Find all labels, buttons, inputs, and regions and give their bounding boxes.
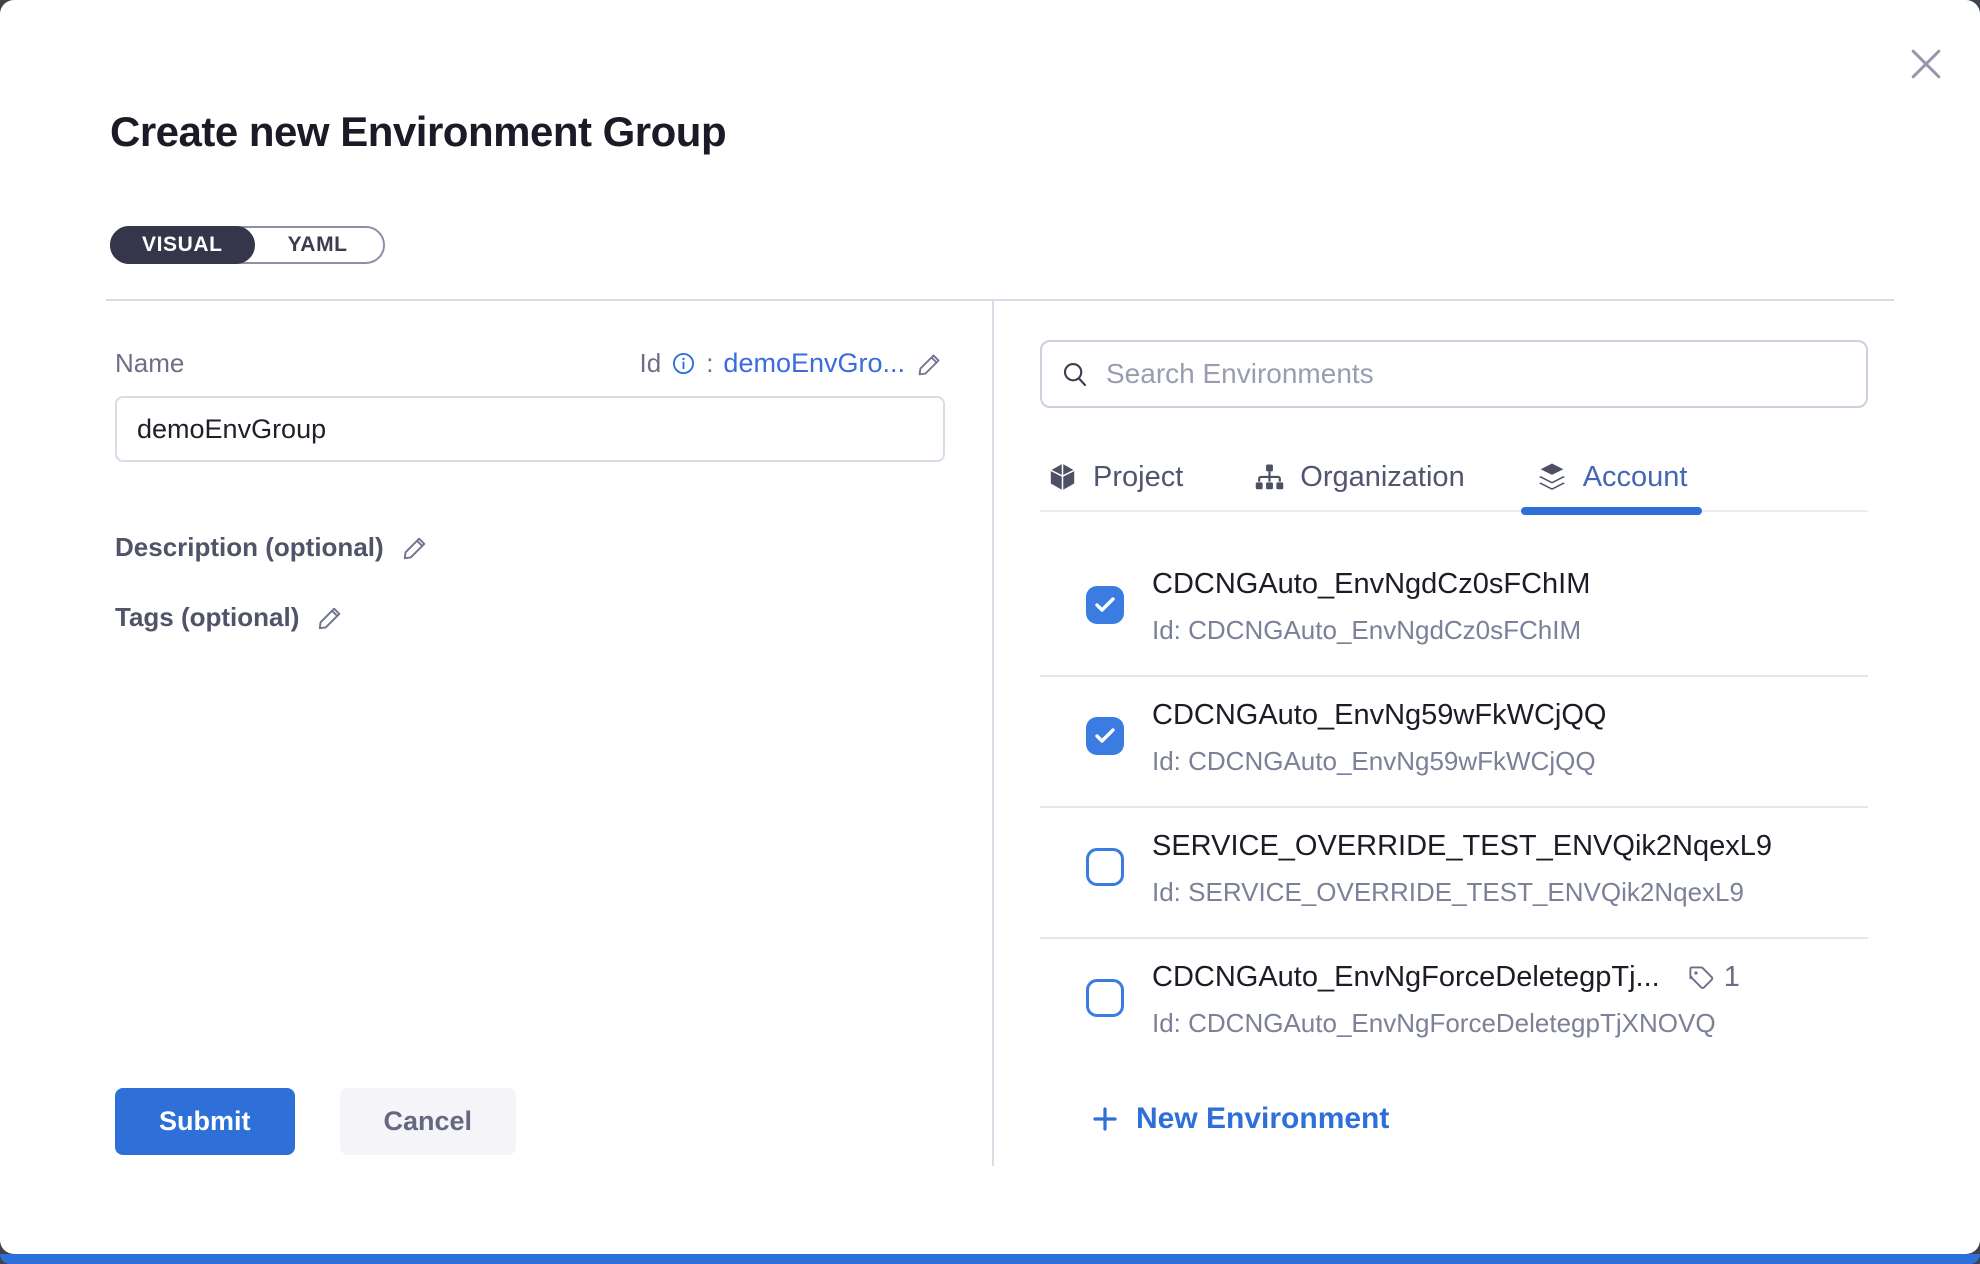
environment-row-1[interactable]: CDCNGAuto_EnvNgdCz0sFChIM Id: CDCNGAuto_…	[1040, 546, 1868, 677]
environment-id: Id: CDCNGAuto_EnvNgdCz0sFChIM	[1152, 615, 1868, 646]
tab-account-label: Account	[1583, 461, 1688, 494]
new-environment-label: New Environment	[1136, 1102, 1389, 1136]
environment-name: SERVICE_OVERRIDE_TEST_ENVQik2NqexL9	[1152, 830, 1772, 863]
environment-id: Id: CDCNGAuto_EnvNg59wFkWCjQQ	[1152, 746, 1868, 777]
cube-icon	[1046, 461, 1079, 494]
org-chart-icon	[1253, 461, 1286, 494]
id-label: Id	[640, 348, 662, 379]
tab-account[interactable]: Account	[1529, 444, 1694, 510]
tags-label: Tags (optional)	[115, 602, 299, 633]
visual-yaml-toggle: VISUAL YAML	[110, 226, 385, 264]
id-cluster: Id : demoEnvGro...	[640, 348, 946, 379]
page-title: Create new Environment Group	[110, 108, 726, 156]
dialog-actions: Submit Cancel	[115, 1088, 516, 1155]
checkmark-icon	[1093, 724, 1117, 748]
layers-icon	[1535, 460, 1569, 494]
search-environments-box	[1040, 340, 1868, 408]
tag-icon	[1686, 963, 1716, 993]
environment-checkbox-unchecked[interactable]	[1086, 848, 1124, 886]
page-backdrop: Create new Environment Group VISUAL YAML…	[0, 0, 1980, 1264]
tab-project[interactable]: Project	[1040, 444, 1189, 510]
info-icon[interactable]	[671, 351, 696, 376]
plus-icon	[1090, 1104, 1120, 1134]
environment-id: Id: SERVICE_OVERRIDE_TEST_ENVQik2NqexL9	[1152, 877, 1868, 908]
new-environment-button[interactable]: New Environment	[1090, 1102, 1389, 1136]
name-id-row: Name Id : demoEnvGro...	[115, 348, 945, 379]
checkmark-icon	[1093, 593, 1117, 617]
environment-checkbox-checked[interactable]	[1086, 586, 1124, 624]
tab-organization[interactable]: Organization	[1247, 444, 1470, 510]
edit-id-pencil-icon[interactable]	[915, 349, 945, 379]
id-separator: :	[706, 348, 713, 379]
environment-id: Id: CDCNGAuto_EnvNgForceDeletegpTjXNOVQ	[1152, 1008, 1868, 1039]
bottom-blue-bar	[0, 1254, 1980, 1264]
id-value-link[interactable]: demoEnvGro...	[723, 348, 905, 379]
name-label: Name	[115, 348, 184, 379]
toggle-visual[interactable]: VISUAL	[110, 226, 255, 264]
tab-organization-label: Organization	[1300, 461, 1464, 494]
environment-checkbox-checked[interactable]	[1086, 717, 1124, 755]
search-icon	[1060, 359, 1090, 389]
tab-project-label: Project	[1093, 461, 1183, 494]
name-input[interactable]	[115, 396, 945, 462]
tag-count: 1	[1724, 961, 1740, 994]
environment-row-3[interactable]: SERVICE_OVERRIDE_TEST_ENVQik2NqexL9 Id: …	[1040, 808, 1868, 939]
tag-badge: 1	[1686, 961, 1740, 994]
environment-list: CDCNGAuto_EnvNgdCz0sFChIM Id: CDCNGAuto_…	[1040, 546, 1868, 1058]
edit-tags-pencil-icon[interactable]	[315, 602, 346, 633]
cancel-button[interactable]: Cancel	[340, 1088, 517, 1155]
environment-row-4[interactable]: CDCNGAuto_EnvNgForceDeletegpTj... 1 I	[1040, 939, 1868, 1058]
close-button[interactable]	[1904, 42, 1948, 86]
environment-checkbox-unchecked[interactable]	[1086, 979, 1124, 1017]
submit-button[interactable]: Submit	[115, 1088, 295, 1155]
environment-row-2[interactable]: CDCNGAuto_EnvNg59wFkWCjQQ Id: CDCNGAuto_…	[1040, 677, 1868, 808]
header-divider	[106, 299, 1894, 301]
scope-tabs: Project Organization	[1040, 444, 1868, 512]
description-label: Description (optional)	[115, 532, 384, 563]
tags-row: Tags (optional)	[115, 602, 346, 633]
search-environments-input[interactable]	[1106, 358, 1848, 390]
edit-description-pencil-icon[interactable]	[400, 532, 431, 563]
toggle-yaml[interactable]: YAML	[253, 228, 383, 262]
close-icon	[1904, 42, 1948, 86]
panel-divider	[992, 300, 994, 1166]
create-env-group-dialog: Create new Environment Group VISUAL YAML…	[0, 0, 1980, 1254]
description-row: Description (optional)	[115, 532, 431, 563]
environment-name: CDCNGAuto_EnvNgdCz0sFChIM	[1152, 568, 1590, 601]
environment-name: CDCNGAuto_EnvNg59wFkWCjQQ	[1152, 699, 1606, 732]
environment-name: CDCNGAuto_EnvNgForceDeletegpTj...	[1152, 961, 1660, 994]
